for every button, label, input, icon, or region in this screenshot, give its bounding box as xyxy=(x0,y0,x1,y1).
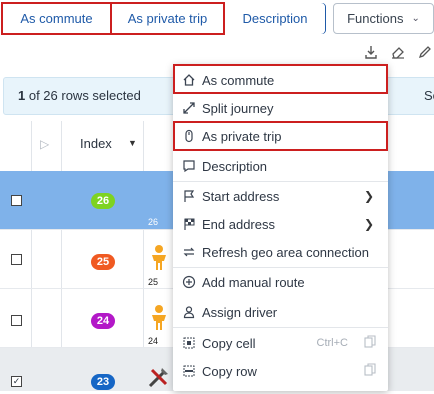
menu-item-label: Refresh geo area connection xyxy=(202,244,369,260)
comment-icon xyxy=(181,158,197,174)
chevron-down-icon: ⌄ xyxy=(411,13,420,24)
thumbnail-number: 24 xyxy=(148,336,159,346)
copy-row-icon xyxy=(181,363,197,379)
menu-item-label: Assign driver xyxy=(202,304,278,320)
menu-item-description[interactable]: Description xyxy=(173,152,388,180)
row-checkbox[interactable] xyxy=(11,315,22,326)
plus-circle-icon xyxy=(181,274,197,290)
menu-item-label: Description xyxy=(202,158,268,174)
menu-item-split-journey[interactable]: Split journey xyxy=(173,94,388,122)
index-badge: 25 xyxy=(91,254,115,270)
functions-label: Functions xyxy=(347,11,404,26)
menu-item-start-address[interactable]: Start address ❯ xyxy=(173,182,388,210)
row-checkbox[interactable] xyxy=(11,195,22,206)
export-icon[interactable] xyxy=(361,42,381,62)
index-badge: 23 xyxy=(91,374,115,390)
person-icon xyxy=(150,244,168,275)
menu-item-copy-row[interactable]: Copy row xyxy=(173,357,388,385)
person-icon xyxy=(150,304,168,335)
split-icon xyxy=(181,100,197,116)
highlight-divider xyxy=(110,2,112,35)
banner-right-text: Se xyxy=(424,88,434,103)
index-column-header[interactable]: Index xyxy=(80,136,112,151)
description-button[interactable]: Description xyxy=(225,3,325,34)
sort-down-icon[interactable]: ▼ xyxy=(128,138,137,148)
pencil-icon[interactable] xyxy=(415,42,434,62)
thumbnail-number: 26 xyxy=(148,217,159,227)
checkered-flag-icon xyxy=(181,216,197,232)
functions-dropdown[interactable]: Functions ⌄ xyxy=(333,3,434,34)
selection-count-text: 1 of 26 rows selected xyxy=(18,88,141,103)
eraser-icon[interactable] xyxy=(388,42,408,62)
index-badge: 26 xyxy=(91,193,115,209)
context-menu: As commute Split journey As private trip… xyxy=(173,64,388,391)
menu-item-label: Copy cell xyxy=(202,335,256,351)
menu-separator xyxy=(173,327,388,328)
row-checkbox[interactable] xyxy=(11,254,22,265)
copy-cell-icon xyxy=(181,335,197,351)
menu-item-refresh-geo-area[interactable]: Refresh geo area connection xyxy=(173,238,388,266)
highlight-frame xyxy=(173,121,388,151)
menu-item-label: End address xyxy=(202,216,275,232)
row-collapse-icon[interactable]: ▷ xyxy=(40,137,49,151)
index-badge: 24 xyxy=(91,313,115,329)
user-icon xyxy=(181,304,197,320)
row-checkbox-checked[interactable]: ✓ xyxy=(11,376,22,387)
menu-item-assign-driver[interactable]: Assign driver xyxy=(173,298,388,326)
flag-icon xyxy=(181,188,197,204)
copy-icon xyxy=(364,334,376,352)
chevron-right-icon: ❯ xyxy=(363,217,374,231)
chevron-right-icon: ❯ xyxy=(363,189,374,203)
menu-item-end-address[interactable]: End address ❯ xyxy=(173,210,388,238)
menu-item-label: Start address xyxy=(202,188,280,204)
highlight-frame xyxy=(173,64,388,94)
menu-item-label: Copy row xyxy=(202,363,257,379)
menu-item-copy-cell[interactable]: Copy cell Ctrl+C xyxy=(173,329,388,357)
menu-item-label: Split journey xyxy=(202,100,274,116)
menu-item-label: Add manual route xyxy=(202,274,305,290)
refresh-icon xyxy=(181,244,197,260)
menu-item-add-manual-route[interactable]: Add manual route xyxy=(173,268,388,296)
thumbnail-number: 25 xyxy=(148,277,159,287)
highlight-frame xyxy=(1,2,225,35)
shortcut-text: Ctrl+C xyxy=(316,337,348,349)
tools-icon xyxy=(146,364,172,393)
copy-icon xyxy=(364,362,376,380)
